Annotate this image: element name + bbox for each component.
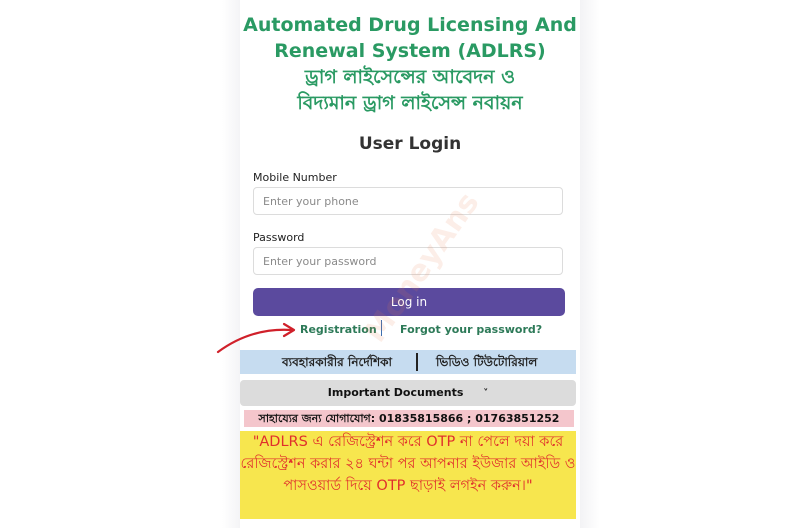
mobile-label: Mobile Number xyxy=(253,171,337,184)
link-separator xyxy=(381,320,382,336)
registration-link[interactable]: Registration xyxy=(300,323,377,336)
page-shade-left xyxy=(222,0,242,528)
password-label: Password xyxy=(253,231,305,244)
title-line-1: Automated Drug Licensing And xyxy=(243,14,577,36)
guide-divider xyxy=(416,353,418,371)
arrow-icon xyxy=(216,322,296,354)
title-line-4: বিদ্যমান ড্রাগ লাইসেন্স নবায়ন xyxy=(297,92,523,114)
login-card: Automated Drug Licensing And Renewal Sys… xyxy=(240,0,580,528)
login-heading: User Login xyxy=(358,134,462,154)
login-button[interactable]: Log in xyxy=(253,288,565,316)
title-line-2: Renewal System (ADLRS) xyxy=(274,40,546,62)
title-line-3: ড্রাগ লাইসেন্সের আবেদন ও xyxy=(304,66,516,88)
otp-notice: "ADLRS এ রেজিস্ট্রেশন করে OTP না পেলে দয… xyxy=(240,431,576,519)
forgot-password-link[interactable]: Forgot your password? xyxy=(400,323,542,336)
video-tutorial-link[interactable]: ভিডিও টিউটোরিয়াল xyxy=(436,354,537,374)
page-shade-right xyxy=(580,0,600,528)
important-documents-label: Important Documents xyxy=(327,386,464,399)
system-title: Automated Drug Licensing And Renewal Sys… xyxy=(240,12,580,116)
chevron-down-icon: ˅ xyxy=(483,388,489,399)
password-input[interactable] xyxy=(253,247,563,275)
important-documents-dropdown[interactable]: Important Documents ˅ xyxy=(240,380,576,406)
help-contact: সাহায্যের জন্য যোগাযোগ: 01835815866 ; 01… xyxy=(244,410,574,427)
mobile-input[interactable] xyxy=(253,187,563,215)
